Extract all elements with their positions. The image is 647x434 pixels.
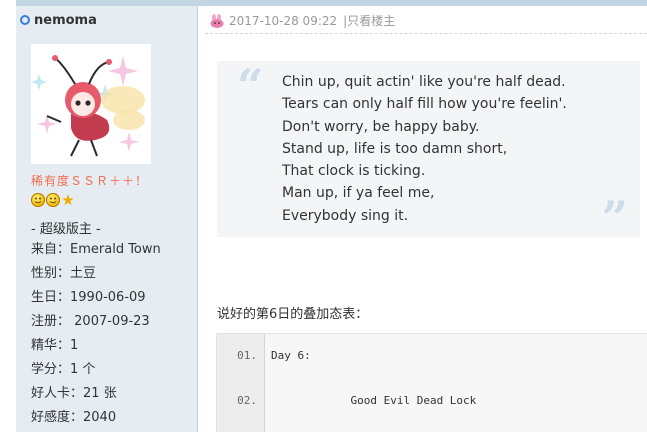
quote-block: “ Chin up, quit actin' like you're half …: [217, 59, 640, 245]
quote-line: Don't worry, be happy baby.: [282, 118, 480, 135]
avatar[interactable]: [31, 44, 151, 164]
smiley-medal-icon[interactable]: [46, 193, 60, 207]
info-birthday: 生日：1990-06-09: [31, 290, 146, 305]
post-top-strip: [197, 0, 647, 6]
online-status-icon: [20, 15, 30, 25]
code-line: 02. Good Evil Dead Lock: [217, 394, 647, 414]
code-block[interactable]: 01. Day 6: 02. Good Evil Dead Lock: [216, 333, 647, 432]
info-digest: 精华：1: [31, 338, 79, 353]
info-credits: 学分：1 个: [31, 362, 96, 377]
code-line-number: 02.: [237, 394, 257, 407]
medal-row: ★: [31, 193, 75, 208]
code-line-number: 01.: [237, 349, 257, 362]
header-rule: [205, 33, 647, 35]
quote-line: Man up, if ya feel me,: [282, 185, 435, 202]
post-timestamp: 2017-10-28 09:22: [229, 13, 338, 28]
code-line-text: Good Evil Dead Lock: [271, 394, 477, 407]
user-role: - 超级版主 -: [31, 222, 101, 237]
quote-lines: Chin up, quit actin' like you're half de…: [282, 71, 567, 227]
code-line: 01. Day 6:: [217, 349, 647, 369]
quote-line: That clock is ticking.: [282, 163, 426, 180]
quote-line: Tears can only half fill how you're feel…: [282, 96, 567, 113]
quote-line: Stand up, life is too damn short,: [282, 140, 508, 157]
only-author-link[interactable]: 只看楼主: [347, 12, 395, 29]
post-header: 2017-10-28 09:22 | 只看楼主: [209, 12, 395, 29]
post-intro-text: 说好的第6日的叠加态表：: [217, 307, 369, 322]
user-info-list: 来自：Emerald Town 性别：土豆 生日：1990-06-09 注册： …: [31, 242, 161, 434]
code-line-text: Day 6:: [271, 349, 311, 362]
rank-title: 稀有度ＳＳＲ＋＋！: [31, 174, 149, 188]
avatar-image: [31, 55, 145, 157]
info-favorability: 好感度：2040: [31, 410, 117, 425]
smiley-medal-icon[interactable]: [31, 193, 45, 207]
username-link[interactable]: nemoma: [34, 13, 97, 28]
info-from: 来自：Emerald Town: [31, 242, 161, 257]
info-gender: 性别：土豆: [31, 266, 97, 281]
quote-line: Chin up, quit actin' like you're half de…: [282, 74, 566, 90]
sidebar-top-strip: [16, 0, 197, 6]
username-row: nemoma: [20, 11, 97, 29]
open-quote-icon: “: [237, 59, 264, 113]
quote-line: Everybody sing it.: [282, 207, 409, 224]
rabbit-icon: [209, 13, 225, 28]
close-quote-icon: ”: [601, 191, 628, 245]
info-registered: 注册： 2007-09-23: [31, 314, 150, 329]
column-divider: [197, 0, 198, 432]
star-medal-icon[interactable]: ★: [61, 193, 75, 208]
info-good-person-cards: 好人卡：21 张: [31, 386, 117, 401]
